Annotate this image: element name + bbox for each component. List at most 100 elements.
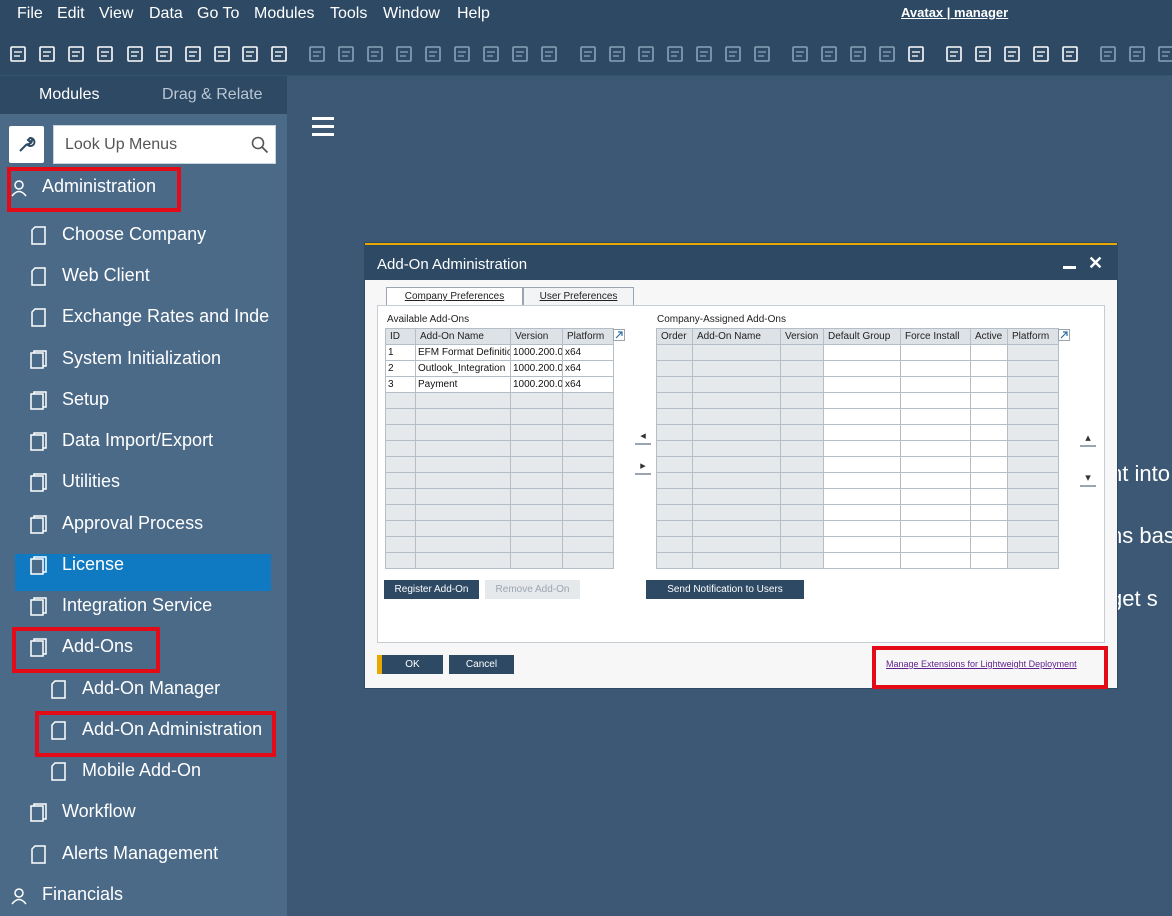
expand-icon[interactable] bbox=[1058, 329, 1070, 341]
group-icon[interactable] bbox=[307, 44, 327, 64]
tab-drag-relate[interactable]: Drag & Relate bbox=[162, 86, 263, 104]
freight-icon[interactable] bbox=[723, 44, 743, 64]
table-row[interactable] bbox=[656, 552, 1059, 569]
nav-item-integration-service[interactable]: Integration Service bbox=[30, 595, 270, 619]
payment-means-icon[interactable] bbox=[665, 44, 685, 64]
column-header[interactable]: Active bbox=[970, 328, 1008, 345]
hamburger-menu-icon[interactable] bbox=[312, 117, 334, 137]
table-row[interactable] bbox=[656, 440, 1059, 457]
assign-right-button[interactable]: ▸ bbox=[635, 459, 651, 475]
cancel-button[interactable]: Cancel bbox=[449, 655, 514, 674]
volume-weight-icon[interactable] bbox=[694, 44, 714, 64]
nav-item-license[interactable]: License bbox=[30, 554, 270, 578]
table-row[interactable] bbox=[385, 488, 614, 505]
nav-item-mobile-add-on[interactable]: Mobile Add-On bbox=[50, 760, 270, 784]
close-window-icon[interactable] bbox=[1156, 44, 1172, 64]
user-link[interactable]: Avatax | manager bbox=[901, 5, 1008, 20]
users-icon[interactable] bbox=[1031, 44, 1051, 64]
column-header[interactable]: Platform bbox=[1007, 328, 1059, 345]
word-icon[interactable] bbox=[183, 44, 203, 64]
table-row[interactable] bbox=[656, 376, 1059, 393]
nav-item-add-on-manager[interactable]: Add-On Manager bbox=[50, 678, 270, 702]
print-icon[interactable] bbox=[37, 44, 57, 64]
alerts-icon[interactable] bbox=[906, 44, 926, 64]
gross-profit-icon[interactable] bbox=[636, 44, 656, 64]
table-row[interactable] bbox=[656, 536, 1059, 553]
table-row[interactable]: 3 Payment 1000.200.0(x64 bbox=[385, 376, 614, 393]
search-docs-icon[interactable] bbox=[752, 44, 772, 64]
table-row[interactable] bbox=[385, 424, 614, 441]
column-header[interactable]: Force Install bbox=[900, 328, 971, 345]
nav-item-utilities[interactable]: Utilities bbox=[30, 471, 270, 495]
table-row[interactable] bbox=[385, 456, 614, 473]
info-icon[interactable] bbox=[973, 44, 993, 64]
table-row[interactable] bbox=[656, 424, 1059, 441]
menu-goto[interactable]: Go To bbox=[197, 5, 239, 23]
table-row[interactable] bbox=[656, 456, 1059, 473]
nav-item-data-import-export[interactable]: Data Import/Export bbox=[30, 430, 270, 454]
nav-item-approval-process[interactable]: Approval Process bbox=[30, 513, 270, 537]
nav-item-financials[interactable]: Financials bbox=[10, 884, 270, 908]
table-row[interactable] bbox=[385, 536, 614, 553]
menu-edit[interactable]: Edit bbox=[57, 5, 85, 23]
nav-item-choose-company[interactable]: Choose Company bbox=[30, 224, 270, 248]
menu-tools[interactable]: Tools bbox=[330, 5, 367, 23]
print-preview-icon[interactable] bbox=[8, 44, 28, 64]
table-row[interactable] bbox=[385, 472, 614, 489]
menu-modules[interactable]: Modules bbox=[254, 5, 314, 23]
lock-screen-icon[interactable] bbox=[944, 44, 964, 64]
menu-data[interactable]: Data bbox=[149, 5, 183, 23]
search-icon[interactable] bbox=[251, 136, 269, 154]
stamp-icon[interactable] bbox=[1060, 44, 1080, 64]
calculator-icon[interactable] bbox=[1002, 44, 1022, 64]
nav-item-system-initialization[interactable]: System Initialization bbox=[30, 348, 270, 372]
table-row[interactable] bbox=[385, 504, 614, 521]
menu-view[interactable]: View bbox=[99, 5, 133, 23]
nav-item-alerts-management[interactable]: Alerts Management bbox=[30, 843, 270, 867]
sort-icon[interactable] bbox=[539, 44, 559, 64]
first-record-icon[interactable] bbox=[365, 44, 385, 64]
table-row[interactable] bbox=[385, 440, 614, 457]
column-header[interactable]: Platform bbox=[562, 328, 614, 345]
document-icon[interactable] bbox=[848, 44, 868, 64]
table-row[interactable]: 2 Outlook_Integration 1000.200.0(x64 bbox=[385, 360, 614, 377]
paste-icon[interactable] bbox=[1127, 44, 1147, 64]
table-row[interactable] bbox=[656, 472, 1059, 489]
menu-window[interactable]: Window bbox=[383, 5, 440, 23]
move-up-button[interactable]: ▴ bbox=[1080, 431, 1096, 447]
form-settings-icon[interactable] bbox=[269, 44, 289, 64]
open-icon[interactable] bbox=[336, 44, 356, 64]
nav-item-workflow[interactable]: Workflow bbox=[30, 801, 270, 825]
table-row[interactable] bbox=[385, 520, 614, 537]
menu-file[interactable]: File bbox=[17, 5, 43, 23]
table-row[interactable] bbox=[385, 408, 614, 425]
send-notification-button[interactable]: Send Notification to Users bbox=[646, 580, 804, 599]
pdf-icon[interactable] bbox=[212, 44, 232, 64]
assign-left-button[interactable]: ◂ bbox=[635, 429, 651, 445]
edit-icon[interactable] bbox=[790, 44, 810, 64]
ok-button[interactable]: OK bbox=[377, 655, 443, 674]
table-row[interactable] bbox=[656, 408, 1059, 425]
table-row[interactable] bbox=[656, 344, 1059, 361]
tab-company-preferences[interactable]: Company Preferences bbox=[386, 287, 523, 307]
table-row[interactable] bbox=[656, 488, 1059, 505]
next-record-icon[interactable] bbox=[423, 44, 443, 64]
tab-modules[interactable]: Modules bbox=[39, 86, 99, 104]
export-icon[interactable] bbox=[66, 44, 86, 64]
refresh-icon[interactable] bbox=[481, 44, 501, 64]
last-record-icon[interactable] bbox=[452, 44, 472, 64]
message-icon[interactable] bbox=[877, 44, 897, 64]
nav-item-web-client[interactable]: Web Client bbox=[30, 265, 270, 289]
minimize-icon[interactable] bbox=[1063, 266, 1076, 269]
nav-item-setup[interactable]: Setup bbox=[30, 389, 270, 413]
table-row[interactable] bbox=[385, 552, 614, 569]
table-row[interactable]: 1 EFM Format Definitio 1000.200.0(x64 bbox=[385, 344, 614, 361]
close-icon[interactable]: ✕ bbox=[1088, 253, 1103, 274]
column-header[interactable]: Add-On Name bbox=[415, 328, 511, 345]
column-header[interactable]: ID bbox=[385, 328, 416, 345]
table-row[interactable] bbox=[385, 392, 614, 409]
column-header[interactable]: Version bbox=[510, 328, 563, 345]
tab-user-preferences[interactable]: User Preferences bbox=[523, 287, 634, 306]
wrench-button[interactable] bbox=[9, 126, 44, 163]
nav-item-exchange-rates-and-inde[interactable]: Exchange Rates and Inde bbox=[30, 306, 270, 330]
